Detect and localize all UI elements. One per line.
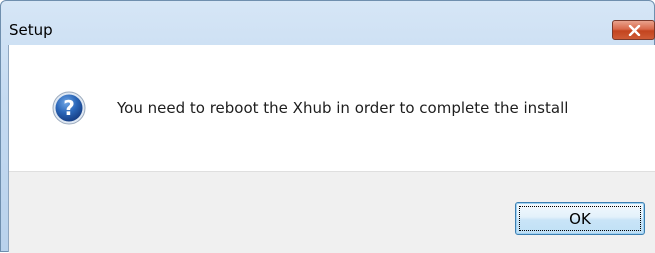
dialog-body: ? You need to reboot the Xhub in order t… — [8, 45, 655, 253]
close-button[interactable] — [612, 20, 655, 40]
question-icon: ? — [52, 91, 86, 125]
window-title: Setup — [9, 21, 53, 39]
svg-text:?: ? — [63, 96, 75, 120]
ok-button-label: OK — [569, 209, 591, 228]
dialog-footer: OK — [9, 171, 655, 253]
title-bar[interactable]: Setup — [0, 0, 655, 45]
dialog-message: You need to reboot the Xhub in order to … — [117, 99, 569, 117]
close-icon — [628, 25, 641, 36]
ok-button[interactable]: OK — [515, 202, 645, 235]
setup-dialog: Setup ? You need to reboot the Xhub in o… — [0, 0, 655, 253]
